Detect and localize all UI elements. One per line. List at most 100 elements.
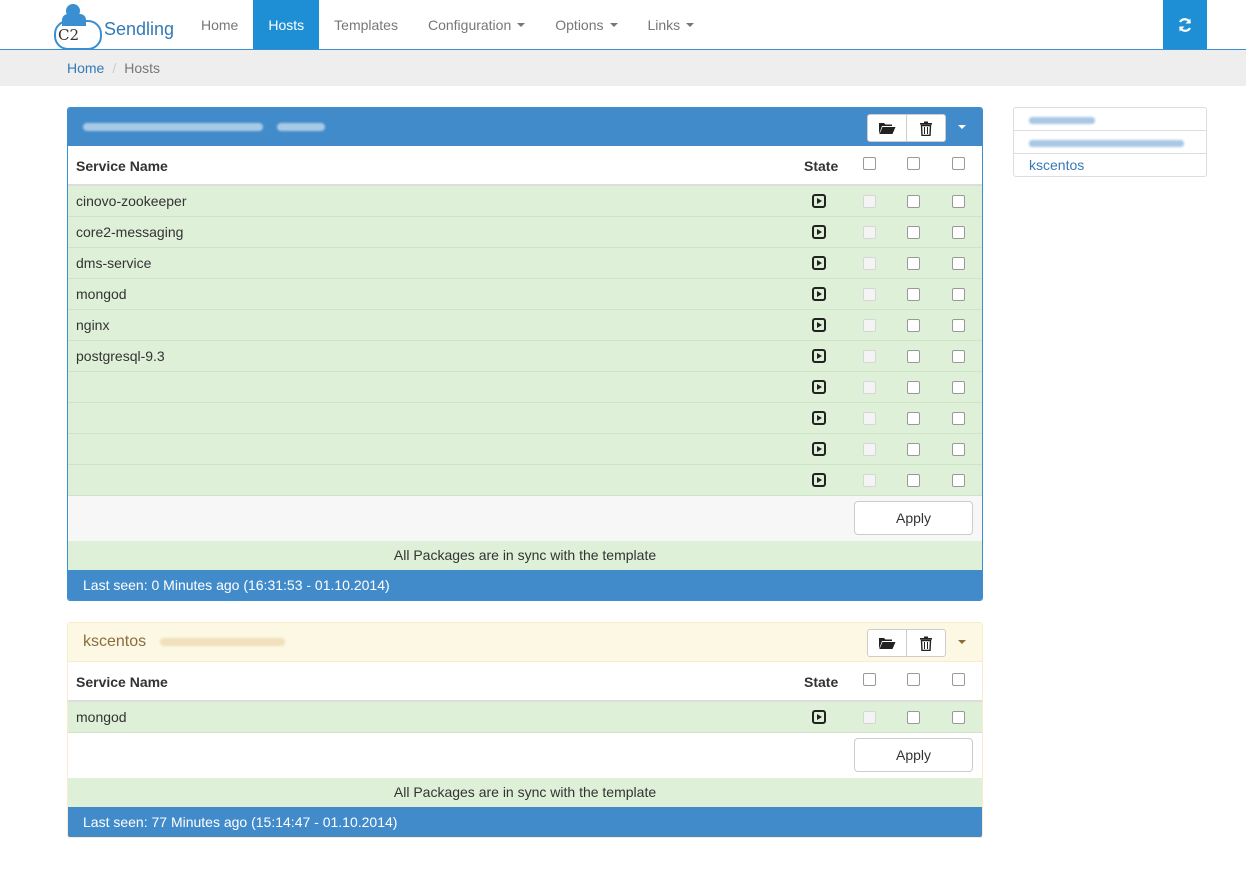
col-state: State (804, 158, 839, 174)
service-checkbox[interactable] (907, 319, 920, 332)
nav-configuration[interactable]: Configuration (413, 0, 540, 49)
apply-button[interactable]: Apply (854, 501, 973, 535)
play-state-icon[interactable] (812, 287, 826, 301)
breadcrumb-home[interactable]: Home (67, 60, 104, 76)
play-state-icon[interactable] (812, 710, 826, 724)
delete-button[interactable] (907, 114, 946, 142)
panel-header: kscentos (68, 623, 982, 662)
play-state-icon[interactable] (812, 349, 826, 363)
play-state-icon[interactable] (812, 442, 826, 456)
refresh-button[interactable] (1163, 0, 1207, 49)
service-checkbox[interactable] (907, 443, 920, 456)
folder-open-icon (879, 123, 896, 134)
nav-options[interactable]: Options (540, 0, 632, 49)
select-all-checkbox[interactable] (952, 673, 965, 686)
service-checkbox[interactable] (952, 381, 965, 394)
play-state-icon[interactable] (812, 256, 826, 270)
select-all-checkbox[interactable] (907, 673, 920, 686)
service-checkbox[interactable] (863, 288, 876, 301)
service-checkbox[interactable] (863, 381, 876, 394)
last-seen: Last seen: 77 Minutes ago (15:14:47 - 01… (68, 807, 982, 837)
service-row (68, 403, 982, 434)
play-state-icon[interactable] (812, 411, 826, 425)
service-checkbox[interactable] (952, 195, 965, 208)
apply-row: Apply (68, 496, 982, 541)
open-folder-button[interactable] (867, 114, 907, 142)
service-checkbox[interactable] (863, 350, 876, 363)
apply-row: Apply (68, 733, 982, 778)
select-all-checkbox[interactable] (863, 157, 876, 170)
delete-button[interactable] (907, 629, 946, 657)
navbar: C2 Sendling Home Hosts Templates Configu… (0, 0, 1246, 50)
table-header: Service Name State (68, 146, 982, 186)
service-checkbox[interactable] (907, 711, 920, 724)
brand[interactable]: C2 Sendling (52, 0, 174, 50)
service-row: nginx (68, 310, 982, 341)
service-row: mongod (68, 702, 982, 733)
host-title[interactable] (83, 118, 326, 136)
sync-status: All Packages are in sync with the templa… (68, 778, 982, 807)
play-state-icon[interactable] (812, 380, 826, 394)
service-checkbox[interactable] (952, 711, 965, 724)
nav-hosts[interactable]: Hosts (253, 0, 320, 49)
service-name: mongod (76, 709, 127, 725)
logo-text: C2 (58, 25, 80, 44)
service-checkbox[interactable] (907, 195, 920, 208)
host-list-item[interactable] (1014, 108, 1206, 131)
service-checkbox[interactable] (952, 443, 965, 456)
play-state-icon[interactable] (812, 473, 826, 487)
service-checkbox[interactable] (952, 257, 965, 270)
service-checkbox[interactable] (907, 474, 920, 487)
col-service-name: Service Name (76, 674, 168, 690)
service-checkbox[interactable] (863, 257, 876, 270)
service-checkbox[interactable] (863, 412, 876, 425)
service-checkbox[interactable] (952, 350, 965, 363)
panel-actions (867, 629, 946, 657)
brand-name[interactable]: Sendling (104, 19, 174, 40)
service-checkbox[interactable] (863, 226, 876, 239)
trash-icon (920, 636, 932, 651)
service-checkbox[interactable] (907, 350, 920, 363)
service-checkbox[interactable] (863, 443, 876, 456)
open-folder-button[interactable] (867, 629, 907, 657)
service-checkbox[interactable] (952, 412, 965, 425)
panel-header (68, 108, 982, 146)
select-all-checkbox[interactable] (907, 157, 920, 170)
apply-button[interactable]: Apply (854, 738, 973, 772)
service-checkbox[interactable] (863, 195, 876, 208)
nav-home[interactable]: Home (186, 0, 253, 49)
service-checkbox[interactable] (907, 381, 920, 394)
service-checkbox[interactable] (907, 257, 920, 270)
panel-dropdown-caret-icon[interactable] (958, 640, 966, 644)
service-checkbox[interactable] (907, 288, 920, 301)
sendling-logo-icon: C2 (52, 2, 102, 50)
play-state-icon[interactable] (812, 318, 826, 332)
service-checkbox[interactable] (907, 412, 920, 425)
nav-links[interactable]: Links (633, 0, 710, 49)
nav-templates[interactable]: Templates (319, 0, 413, 49)
folder-open-icon (879, 638, 896, 649)
host-list-item[interactable] (1014, 131, 1206, 154)
service-checkbox[interactable] (863, 319, 876, 332)
host-title[interactable]: kscentos (83, 633, 286, 651)
service-checkbox[interactable] (863, 474, 876, 487)
service-row (68, 465, 982, 496)
host-list-item[interactable]: kscentos (1014, 154, 1206, 176)
service-row (68, 434, 982, 465)
service-row: postgresql-9.3 (68, 341, 982, 372)
service-checkbox[interactable] (952, 288, 965, 301)
select-all-checkbox[interactable] (952, 157, 965, 170)
host-list: kscentos (1013, 107, 1207, 177)
service-checkbox[interactable] (863, 711, 876, 724)
service-checkbox[interactable] (952, 319, 965, 332)
trash-icon (920, 121, 932, 136)
panel-dropdown-caret-icon[interactable] (958, 125, 966, 129)
col-state: State (804, 674, 839, 690)
main-nav: Home Hosts Templates Configuration Optio… (186, 0, 709, 49)
service-checkbox[interactable] (952, 226, 965, 239)
service-checkbox[interactable] (907, 226, 920, 239)
play-state-icon[interactable] (812, 225, 826, 239)
service-checkbox[interactable] (952, 474, 965, 487)
play-state-icon[interactable] (812, 194, 826, 208)
select-all-checkbox[interactable] (863, 673, 876, 686)
